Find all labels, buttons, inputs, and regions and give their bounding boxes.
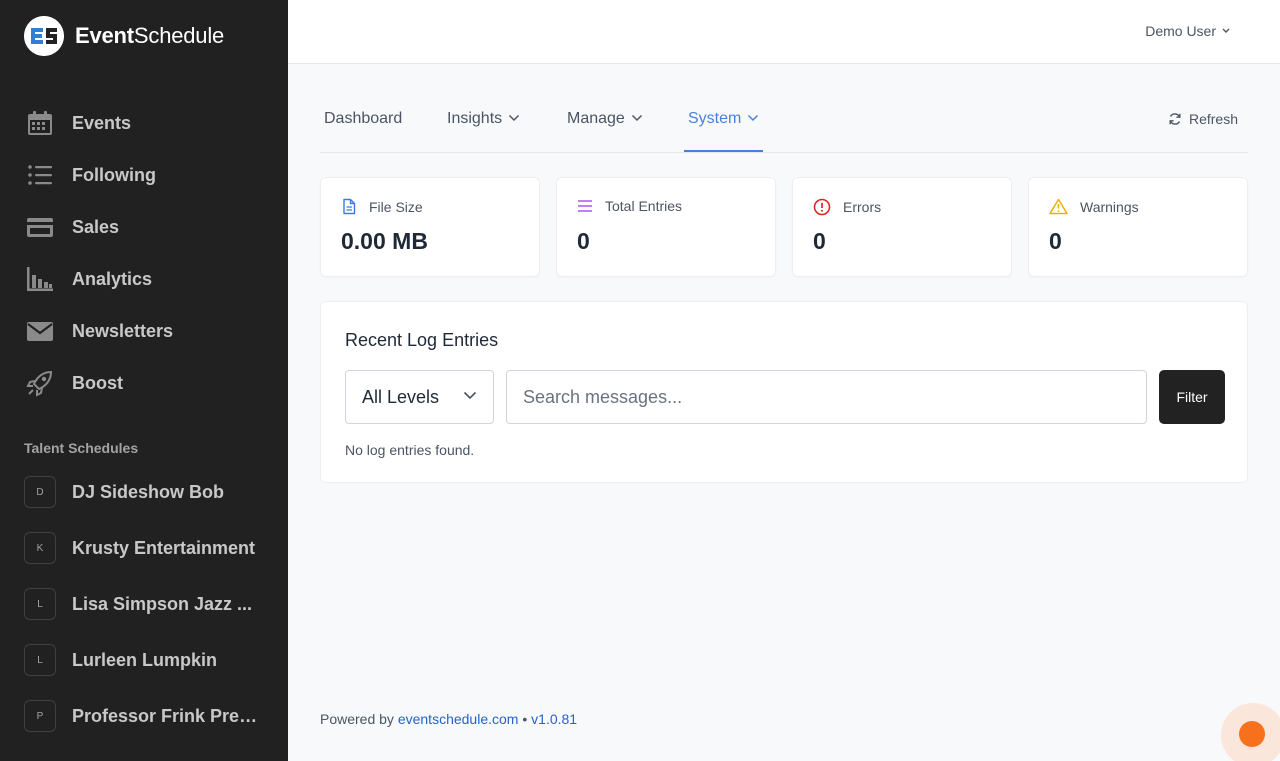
sidebar-item-label: Following	[72, 164, 156, 185]
stat-card-total-entries: Total Entries 0	[556, 177, 776, 277]
talent-item[interactable]: P Professor Frink Pres...	[0, 688, 288, 744]
talent-name: DJ Sideshow Bob	[72, 481, 225, 502]
stat-value: 0	[1049, 228, 1062, 254]
recent-log-panel: Recent Log Entries All Levels Filter No …	[320, 301, 1248, 483]
footer-prefix: Powered by	[320, 711, 394, 727]
talent-initial-badge: K	[24, 532, 56, 564]
footer: Powered by eventschedule.com • v1.0.81	[320, 711, 577, 727]
chevron-down-icon	[509, 114, 520, 122]
section-tabs: Dashboard Insights Manage System Refresh	[320, 100, 1248, 153]
search-input[interactable]	[506, 370, 1147, 424]
top-bar: Demo User	[288, 0, 1280, 64]
calendar-icon	[28, 111, 52, 135]
talent-initial-badge: D	[24, 476, 56, 508]
tab-label: Dashboard	[324, 110, 403, 127]
tab-system[interactable]: System	[684, 110, 764, 152]
empty-state-message: No log entries found.	[345, 442, 475, 458]
talent-name: Professor Frink Pres...	[72, 705, 264, 726]
sidebar-item-label: Analytics	[72, 268, 153, 289]
tab-manage[interactable]: Manage	[567, 110, 643, 152]
talent-initial-badge: P	[24, 700, 56, 732]
talent-item[interactable]: D DJ Sideshow Bob	[0, 464, 288, 520]
talent-initial-badge: L	[24, 644, 56, 676]
sidebar-item-sales[interactable]: Sales	[0, 201, 288, 253]
talent-list: D DJ Sideshow Bob K Krusty Entertainment…	[0, 464, 288, 744]
log-level-value: All Levels	[362, 386, 440, 407]
document-icon	[343, 198, 356, 215]
tab-insights[interactable]: Insights	[447, 110, 520, 152]
envelope-icon	[27, 322, 53, 341]
refresh-label: Refresh	[1188, 111, 1238, 127]
credit-card-icon	[27, 218, 53, 237]
sidebar-item-label: Sales	[72, 216, 120, 237]
tab-label: Insights	[447, 110, 503, 127]
bar-chart-icon	[27, 267, 53, 291]
sidebar-item-analytics[interactable]: Analytics	[0, 253, 288, 305]
chat-launcher-button[interactable]	[1239, 721, 1265, 747]
stat-card-warnings: Warnings 0	[1028, 177, 1248, 277]
refresh-icon	[1169, 113, 1181, 125]
rocket-icon	[26, 370, 53, 397]
alert-circle-icon	[813, 198, 831, 216]
talent-schedules-heading: Talent Schedules	[24, 440, 139, 456]
sidebar: EventSchedule Events Following Sales Ana…	[0, 0, 288, 761]
sidebar-item-label: Events	[72, 112, 132, 133]
talent-item[interactable]: L Lurleen Lumpkin	[0, 632, 288, 688]
talent-item[interactable]: L Lisa Simpson Jazz ...	[0, 576, 288, 632]
app-logo[interactable]: EventSchedule	[24, 16, 224, 56]
stat-label: Total Entries	[605, 198, 683, 214]
stat-value: 0	[813, 228, 826, 254]
tab-label: System	[688, 110, 742, 127]
sidebar-item-newsletters[interactable]: Newsletters	[0, 305, 288, 357]
event-schedule-logo-icon	[24, 16, 64, 56]
chevron-down-icon	[748, 114, 759, 122]
warning-triangle-icon	[1049, 198, 1068, 215]
talent-item[interactable]: K Krusty Entertainment	[0, 520, 288, 576]
talent-name: Krusty Entertainment	[72, 537, 256, 558]
chevron-down-icon	[631, 114, 642, 122]
refresh-button[interactable]: Refresh	[1168, 111, 1238, 127]
user-name: Demo User	[1145, 23, 1216, 39]
talent-name: Lurleen Lumpkin	[72, 649, 218, 670]
sidebar-item-events[interactable]: Events	[0, 97, 288, 149]
sidebar-nav: Events Following Sales Analytics Newslet…	[0, 97, 288, 409]
stat-label: Warnings	[1080, 198, 1139, 215]
sidebar-item-following[interactable]: Following	[0, 149, 288, 201]
sidebar-item-label: Newsletters	[72, 320, 174, 341]
tab-label: Manage	[567, 110, 625, 127]
stat-label: File Size	[369, 198, 423, 215]
tab-dashboard[interactable]: Dashboard	[324, 110, 402, 152]
stat-label: Errors	[843, 199, 882, 215]
stat-card-errors: Errors 0	[792, 177, 1012, 277]
chevron-down-icon	[463, 391, 477, 400]
filter-button[interactable]: Filter	[1159, 370, 1225, 424]
stat-card-file-size: File Size 0.00 MB	[320, 177, 540, 277]
stat-value: 0.00 MB	[341, 228, 428, 254]
panel-title: Recent Log Entries	[345, 330, 499, 350]
footer-separator: •	[522, 711, 528, 727]
sidebar-item-label: Boost	[72, 372, 123, 393]
stat-value: 0	[577, 228, 590, 254]
talent-initial-badge: L	[24, 588, 56, 620]
chat-launcher-halo	[1221, 703, 1280, 761]
footer-link[interactable]: eventschedule.com	[398, 711, 519, 727]
app-name: EventSchedule	[75, 23, 225, 48]
log-level-select[interactable]: All Levels	[345, 370, 494, 424]
talent-name: Lisa Simpson Jazz ...	[72, 593, 253, 614]
list-icon	[28, 165, 52, 185]
list-lines-icon	[578, 200, 592, 212]
user-menu-button[interactable]: Demo User	[1145, 23, 1230, 39]
chevron-down-icon	[1222, 28, 1230, 33]
sidebar-item-boost[interactable]: Boost	[0, 357, 288, 409]
version-link[interactable]: v1.0.81	[531, 711, 577, 727]
